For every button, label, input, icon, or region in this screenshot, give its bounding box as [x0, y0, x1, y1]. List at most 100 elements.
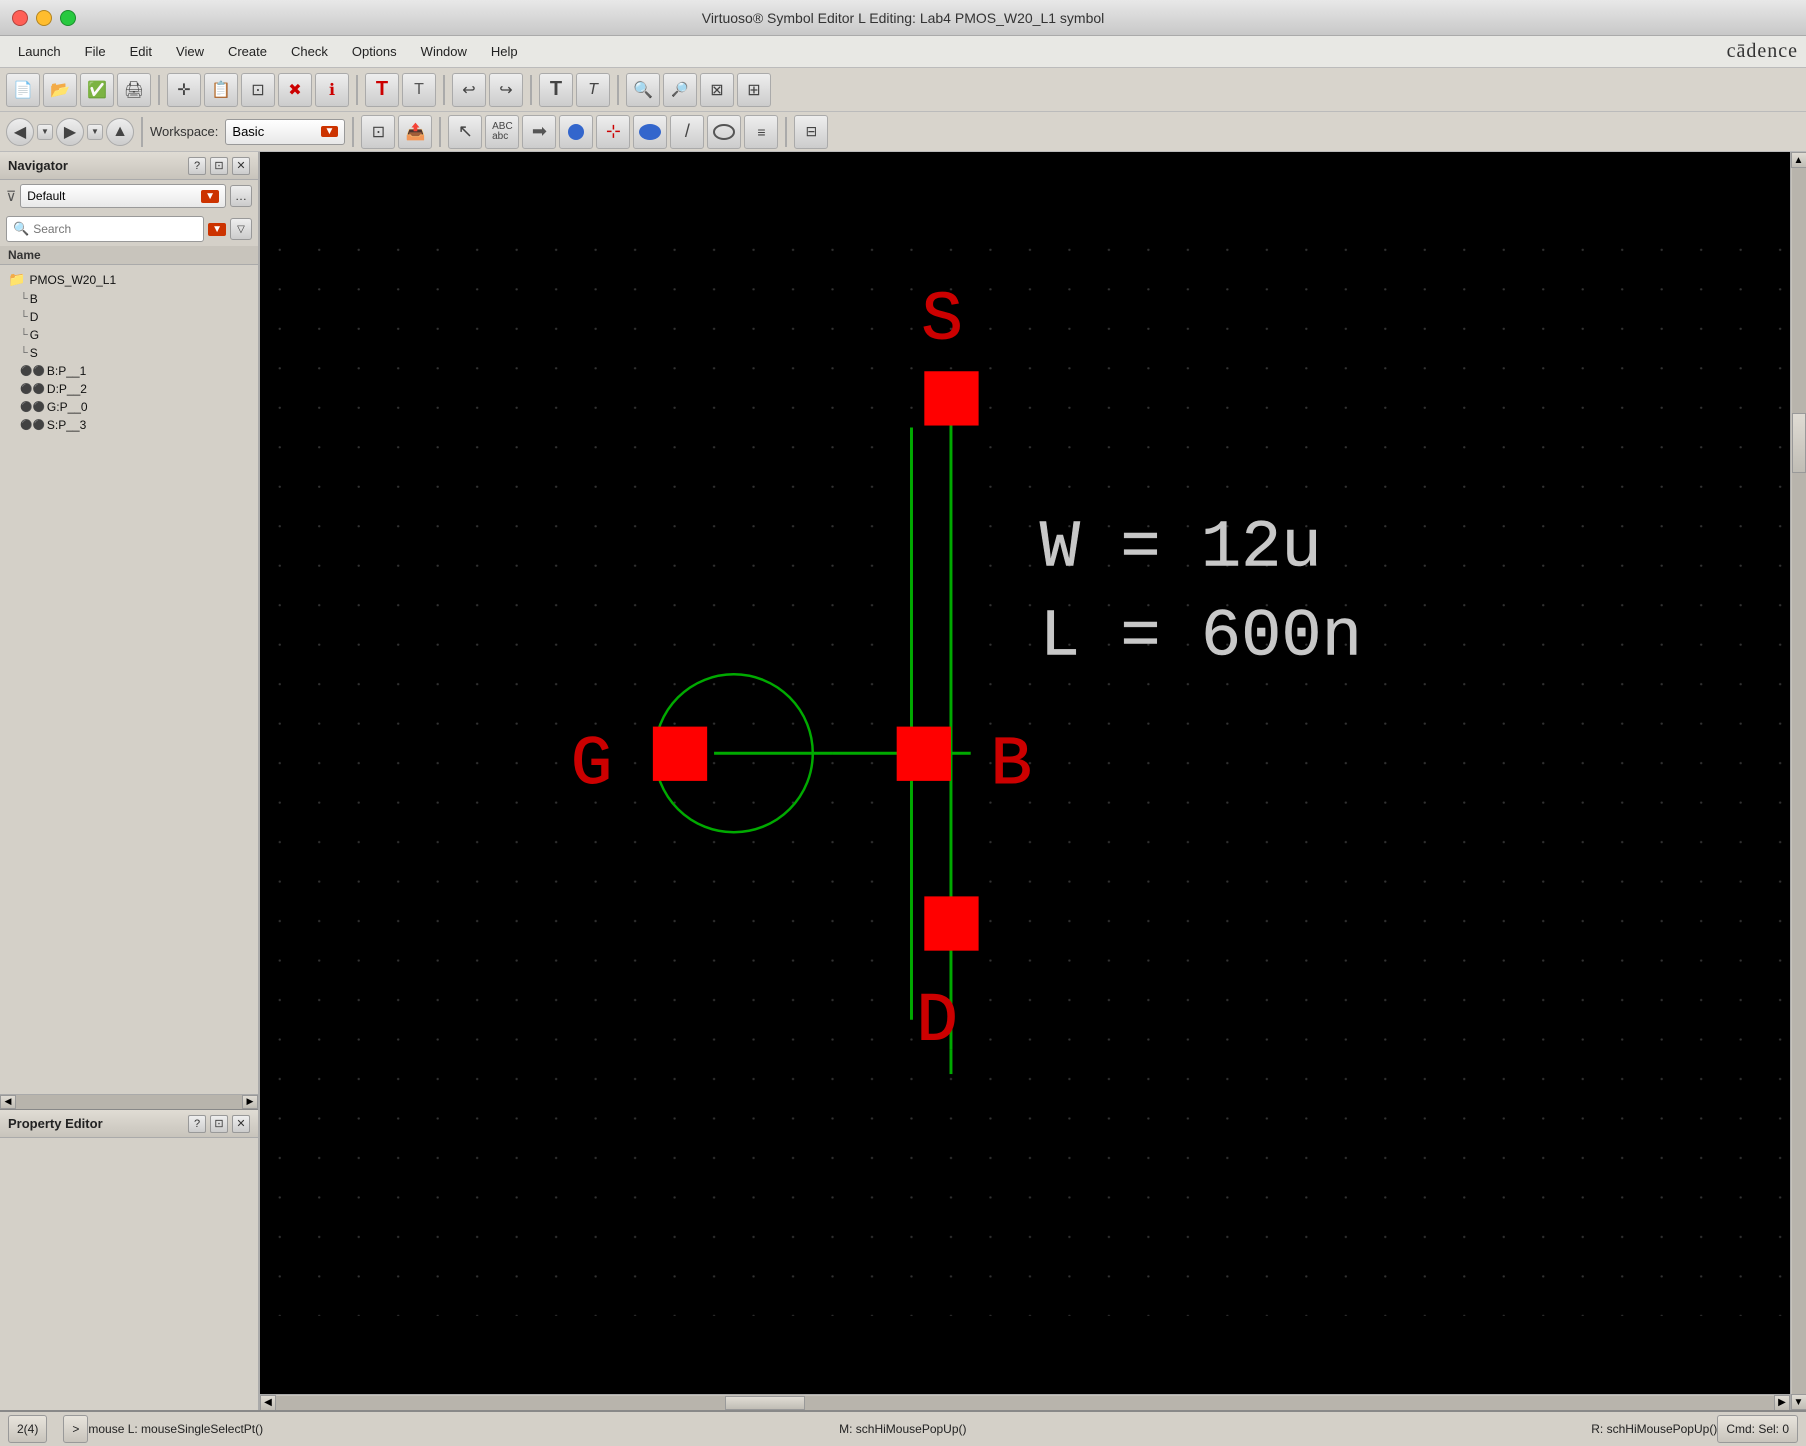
filter-dropdown[interactable]: Default ▼ [20, 184, 226, 208]
tb2-sep3 [439, 117, 441, 147]
print-button[interactable]: 🖨 [117, 73, 151, 107]
menu-file[interactable]: File [75, 40, 116, 63]
search-input-wrap[interactable]: 🔍 [6, 216, 204, 242]
tree-node-dp2[interactable]: ⚫⚫ D:P__2 [0, 380, 258, 398]
navigator-help-btn[interactable]: ? [188, 157, 206, 175]
filter-extra-btn[interactable]: … [230, 185, 252, 207]
tb2-last-btn[interactable]: ⊟ [794, 115, 828, 149]
tree-area[interactable]: 📁 PMOS_W20_L1 └ B └ D └ G └ S [0, 265, 258, 1094]
tree-header: Name [0, 246, 258, 265]
nav-scroll-left[interactable]: ◀ [0, 1095, 16, 1109]
navigator-undock-btn[interactable]: ⊡ [210, 157, 228, 175]
property-editor: Property Editor ? ⊡ ✕ [0, 1110, 258, 1410]
tree-node-sp3[interactable]: ⚫⚫ S:P__3 [0, 416, 258, 434]
tb2-line-btn[interactable]: / [670, 115, 704, 149]
hscroll-right-btn[interactable]: ▶ [1774, 1395, 1790, 1411]
menu-launch[interactable]: Launch [8, 40, 71, 63]
tb2-layout-btn[interactable]: ⊡ [361, 115, 395, 149]
menu-check[interactable]: Check [281, 40, 338, 63]
vscroll-thumb[interactable] [1792, 413, 1806, 473]
tb2-sep2 [352, 117, 354, 147]
tree-node-s[interactable]: └ S [0, 344, 258, 362]
menu-edit[interactable]: Edit [120, 40, 162, 63]
tree-node-gp0[interactable]: ⚫⚫ G:P__0 [0, 398, 258, 416]
svg-text:W = 12u: W = 12u [1040, 511, 1322, 587]
text-c-button[interactable]: T [539, 73, 573, 107]
tb2-select2-btn[interactable]: ⊹ [596, 115, 630, 149]
text-d-button[interactable]: T [576, 73, 610, 107]
close-button[interactable] [12, 10, 28, 26]
tb2-arrow-btn[interactable]: ➡ [522, 115, 556, 149]
tb2-circle-btn[interactable] [559, 115, 593, 149]
nav-back-button[interactable]: ◀ [6, 118, 34, 146]
hscroll-thumb[interactable] [725, 1396, 805, 1410]
filter-row: ⊽ Default ▼ … [0, 180, 258, 212]
menu-view[interactable]: View [166, 40, 214, 63]
hscroll-track[interactable] [276, 1396, 1774, 1410]
cmd-box: Cmd: Sel: 0 [1717, 1415, 1798, 1443]
tree-node-b[interactable]: └ B [0, 290, 258, 308]
tree-node-pmos[interactable]: 📁 PMOS_W20_L1 [0, 269, 258, 290]
text-a-button[interactable]: T [365, 73, 399, 107]
nav-back-arrow[interactable]: ▼ [37, 124, 53, 140]
vscroll-track[interactable] [1792, 168, 1806, 1394]
menu-options[interactable]: Options [342, 40, 407, 63]
zoom-in-button[interactable]: 🔍 [626, 73, 660, 107]
pe-undock-btn[interactable]: ⊡ [210, 1115, 228, 1133]
zoom-out-button[interactable]: 🔎 [663, 73, 697, 107]
nav-fwd-arrow[interactable]: ▼ [87, 124, 103, 140]
vscroll-up-btn[interactable]: ▲ [1791, 152, 1806, 168]
tb2-select-btn[interactable]: ↖ [448, 115, 482, 149]
canvas-vscroll[interactable]: ▲ ▼ [1790, 152, 1806, 1410]
undo-button[interactable]: ↩ [452, 73, 486, 107]
pe-content [0, 1138, 258, 1410]
tb2-export-btn[interactable]: 📤 [398, 115, 432, 149]
delete-button[interactable]: ✖ [278, 73, 312, 107]
pe-title: Property Editor [8, 1116, 103, 1131]
hscroll-left-btn[interactable]: ◀ [260, 1395, 276, 1411]
copy-button[interactable]: 📋 [204, 73, 238, 107]
tree-node-g[interactable]: └ G [0, 326, 258, 344]
navigator-controls: ? ⊡ ✕ [188, 157, 250, 175]
nav-up-button[interactable]: ▲ [106, 118, 134, 146]
navigator-close-btn[interactable]: ✕ [232, 157, 250, 175]
vscroll-down-btn[interactable]: ▼ [1791, 1394, 1806, 1410]
window-controls [12, 10, 76, 26]
tree-node-bp1[interactable]: ⚫⚫ B:P__1 [0, 362, 258, 380]
canvas-hscroll[interactable]: ◀ ▶ [260, 1394, 1790, 1410]
workspace-label: Workspace: [150, 124, 218, 139]
pe-help-btn[interactable]: ? [188, 1115, 206, 1133]
tb2-sep4 [785, 117, 787, 147]
open-button[interactable]: 📂 [43, 73, 77, 107]
save-button[interactable]: ✅ [80, 73, 114, 107]
search-extra-btn[interactable]: ▽ [230, 218, 252, 240]
fit-button[interactable]: ⊡ [241, 73, 275, 107]
search-input[interactable] [33, 222, 197, 236]
workspace-dropdown[interactable]: Basic ▼ [225, 119, 345, 145]
text-b-button[interactable]: T [402, 73, 436, 107]
maximize-button[interactable] [60, 10, 76, 26]
tb2-ellipse-btn[interactable] [707, 115, 741, 149]
pe-close-btn[interactable]: ✕ [232, 1115, 250, 1133]
nav-fwd-button[interactable]: ▶ [56, 118, 84, 146]
prompt-box[interactable]: > [63, 1415, 88, 1443]
zoom-box-button[interactable]: ⊞ [737, 73, 771, 107]
nav-hscroll[interactable]: ◀ ▶ [0, 1094, 258, 1108]
pe-header: Property Editor ? ⊡ ✕ [0, 1110, 258, 1138]
minimize-button[interactable] [36, 10, 52, 26]
zoom-fit-button[interactable]: ⊠ [700, 73, 734, 107]
menu-create[interactable]: Create [218, 40, 277, 63]
info-button[interactable]: ℹ [315, 73, 349, 107]
new-button[interactable]: 📄 [6, 73, 40, 107]
menu-window[interactable]: Window [411, 40, 477, 63]
tb2-oval-btn[interactable] [633, 115, 667, 149]
move-button[interactable]: ✛ [167, 73, 201, 107]
menu-help[interactable]: Help [481, 40, 528, 63]
canvas-area[interactable]: S G B D W = 12u L = 600n ▲ ▼ ◀ [260, 152, 1806, 1410]
tree-node-d[interactable]: └ D [0, 308, 258, 326]
tb2-text-btn[interactable]: ≡ [744, 115, 778, 149]
status-right: R: schHiMousePopUp() [1174, 1422, 1717, 1436]
redo-button[interactable]: ↪ [489, 73, 523, 107]
nav-scroll-right[interactable]: ▶ [242, 1095, 258, 1109]
tb2-abc-btn[interactable]: ABCabc [485, 115, 519, 149]
